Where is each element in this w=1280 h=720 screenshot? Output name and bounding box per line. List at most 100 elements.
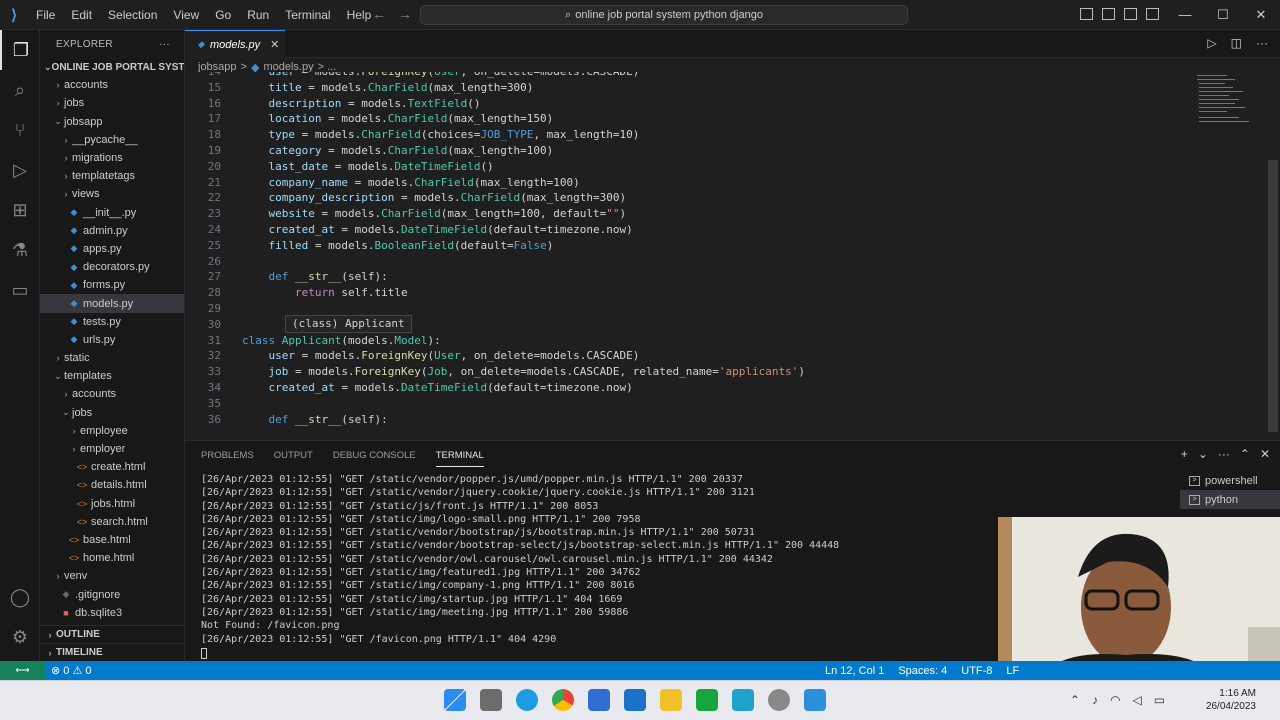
tree-item[interactable]: <> home.html — [40, 549, 184, 567]
tab-terminal[interactable]: TERMINAL — [435, 449, 484, 467]
microphone-icon[interactable]: ♪ — [1092, 693, 1098, 707]
tree-item[interactable]: <> base.html — [40, 531, 184, 549]
recorder-icon[interactable] — [768, 689, 790, 711]
tree-item[interactable]: › templatetags — [40, 167, 184, 185]
tree-item[interactable]: ⌄ templates — [40, 367, 184, 385]
tab-models-py[interactable]: ◆ models.py ✕ — [185, 30, 285, 58]
back-arrow-icon[interactable]: ← — [372, 6, 386, 22]
task-view-icon[interactable] — [480, 689, 502, 711]
vscode-taskbar-icon[interactable] — [804, 689, 826, 711]
tree-item[interactable]: › migrations — [40, 149, 184, 167]
mail-icon[interactable] — [624, 689, 646, 711]
tree-item[interactable]: › accounts — [40, 76, 184, 94]
tree-item[interactable]: <> search.html — [40, 513, 184, 531]
tree-item[interactable]: ◆ .gitignore — [40, 585, 184, 603]
taskbar-clock[interactable]: 1:16 AM 26/04/2023 — [1200, 687, 1256, 713]
toggle-sidebar-icon[interactable] — [1080, 8, 1093, 20]
app-l-icon[interactable] — [732, 689, 754, 711]
more-actions-icon[interactable]: ··· — [159, 39, 170, 50]
indentation[interactable]: Spaces: 4 — [898, 665, 947, 677]
workspace-root[interactable]: ⌄ ONLINE JOB PORTAL SYSTE... — [40, 58, 184, 76]
tree-item[interactable]: › accounts — [40, 385, 184, 403]
menu-terminal[interactable]: Terminal — [277, 8, 338, 22]
search-view-icon[interactable]: ⌕ — [0, 70, 40, 110]
tree-item[interactable]: › employer — [40, 440, 184, 458]
tree-item[interactable]: ◆ admin.py — [40, 222, 184, 240]
terminal-dropdown-icon[interactable]: ⌄ — [1198, 447, 1208, 461]
file-explorer-icon[interactable] — [660, 689, 682, 711]
tree-item[interactable]: ■ db.sqlite3 — [40, 604, 184, 622]
problems-indicator[interactable]: ⊗ 0 ⚠ 0 — [51, 664, 92, 677]
battery-icon[interactable]: ▭ — [1154, 693, 1165, 707]
tree-item[interactable]: ◆ models.py — [40, 294, 184, 313]
editor-scrollbar[interactable] — [1268, 160, 1278, 432]
tree-item[interactable]: ◆ apps.py — [40, 240, 184, 258]
menu-edit[interactable]: Edit — [63, 8, 100, 22]
store-icon[interactable] — [588, 689, 610, 711]
customize-layout-icon[interactable] — [1146, 8, 1159, 20]
menu-view[interactable]: View — [165, 8, 207, 22]
xbox-icon[interactable] — [696, 689, 718, 711]
close-panel-icon[interactable]: ✕ — [1260, 447, 1270, 461]
tree-item[interactable]: ◆ urls.py — [40, 331, 184, 349]
maximize-icon[interactable]: ☐ — [1204, 0, 1242, 30]
terminal-item-python[interactable]: > python — [1180, 490, 1280, 509]
tree-item[interactable]: › static — [40, 349, 184, 367]
tree-item[interactable]: › views — [40, 185, 184, 203]
terminal-item-powershell[interactable]: > powershell — [1180, 471, 1280, 490]
new-terminal-icon[interactable]: + — [1181, 447, 1188, 461]
tree-item[interactable]: ◆ forms.py — [40, 276, 184, 294]
testing-icon[interactable]: ⚗ — [0, 230, 40, 270]
cursor-position[interactable]: Ln 12, Col 1 — [825, 665, 884, 677]
close-window-icon[interactable]: ✕ — [1242, 0, 1280, 30]
forward-arrow-icon[interactable]: → — [398, 6, 412, 22]
wifi-icon[interactable]: ◠ — [1110, 693, 1120, 707]
tree-item[interactable]: › venv — [40, 567, 184, 585]
tray-overflow-icon[interactable]: ⌃ — [1070, 693, 1080, 707]
run-debug-icon[interactable]: ▷ — [0, 150, 40, 190]
terminal-output[interactable]: [26/Apr/2023 01:12:55] "GET /static/vend… — [201, 473, 1001, 659]
tree-item[interactable]: <> details.html — [40, 476, 184, 494]
manage-gear-icon[interactable]: ⚙ — [0, 617, 40, 657]
remote-explorer-icon[interactable]: ▭ — [0, 270, 40, 310]
explorer-icon[interactable]: ❐ — [0, 30, 40, 70]
tree-item[interactable]: ⌄ jobs — [40, 404, 184, 422]
encoding[interactable]: UTF-8 — [961, 665, 992, 677]
tab-debug-console[interactable]: DEBUG CONSOLE — [333, 449, 416, 467]
timeline-section[interactable]: › TIMELINE — [40, 643, 184, 661]
maximize-panel-icon[interactable]: ⌃ — [1240, 447, 1250, 461]
run-file-icon[interactable]: ▷ — [1207, 36, 1216, 50]
edge-icon[interactable] — [516, 689, 538, 711]
tree-item[interactable]: › jobs — [40, 94, 184, 112]
volume-icon[interactable]: ◁ — [1133, 693, 1142, 707]
tree-item[interactable]: ◆ __init__.py — [40, 204, 184, 222]
tree-item[interactable]: ⌄ jobsapp — [40, 113, 184, 131]
command-center-search[interactable]: ⌕ online job portal system python django — [420, 5, 908, 25]
menu-go[interactable]: Go — [207, 8, 239, 22]
minimize-icon[interactable]: — — [1166, 0, 1204, 30]
tab-problems[interactable]: PROBLEMS — [201, 449, 254, 467]
close-tab-icon[interactable]: ✕ — [270, 38, 279, 51]
extensions-icon[interactable]: ⊞ — [0, 190, 40, 230]
toggle-panel-icon[interactable] — [1102, 8, 1115, 20]
start-icon[interactable] — [444, 689, 466, 711]
code-editor[interactable]: 14 user = models.ForeignKey(User, on_del… — [185, 72, 1280, 439]
more-panel-actions-icon[interactable]: ··· — [1218, 447, 1230, 461]
split-editor-icon[interactable]: ◫ — [1231, 36, 1242, 50]
account-icon[interactable]: ◯ — [0, 577, 40, 617]
minimap[interactable] — [1195, 72, 1255, 132]
menu-selection[interactable]: Selection — [100, 8, 165, 22]
line-ending[interactable]: LF — [1006, 665, 1019, 677]
remote-indicator-icon[interactable]: ⟷ — [0, 661, 45, 680]
toggle-secondary-sidebar-icon[interactable] — [1124, 8, 1137, 20]
tree-item[interactable]: <> jobs.html — [40, 495, 184, 513]
more-editor-actions-icon[interactable]: ··· — [1256, 36, 1268, 50]
tree-item[interactable]: ◆ decorators.py — [40, 258, 184, 276]
tab-output[interactable]: OUTPUT — [274, 449, 313, 467]
menu-run[interactable]: Run — [239, 8, 277, 22]
chrome-icon[interactable] — [552, 689, 574, 711]
tree-item[interactable]: <> create.html — [40, 458, 184, 476]
source-control-icon[interactable]: ⑂ — [0, 110, 40, 150]
tree-item[interactable]: › __pycache__ — [40, 131, 184, 149]
menu-file[interactable]: File — [28, 8, 63, 22]
